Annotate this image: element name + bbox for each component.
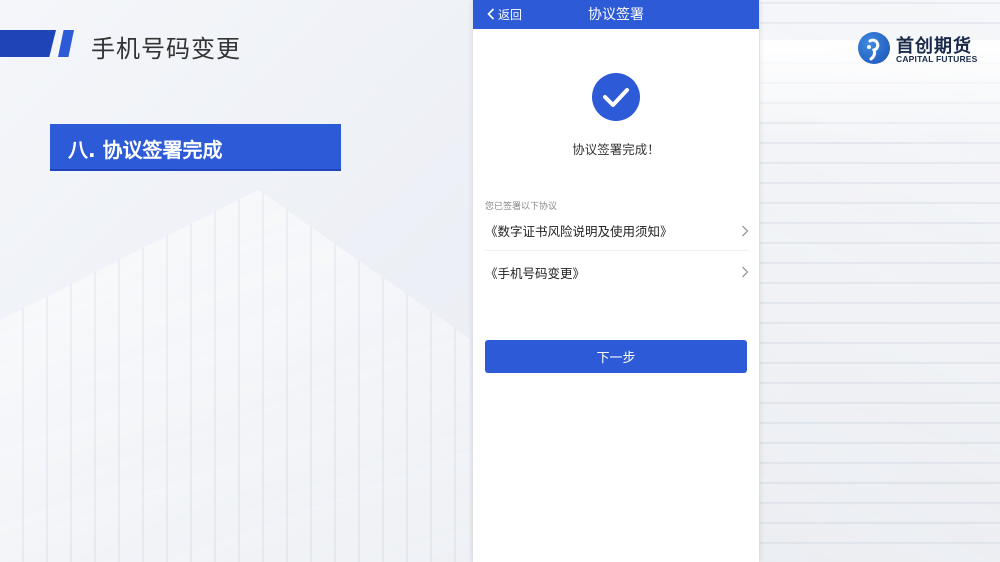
agreement-item-certificate[interactable]: 《数字证书风险说明及使用须知》 (485, 211, 749, 251)
agreement-item-phone-change[interactable]: 《手机号码变更》 (485, 252, 749, 292)
agreement-label: 《数字证书风险说明及使用须知》 (485, 224, 673, 239)
title-accent-bar (0, 30, 56, 57)
next-step-button[interactable]: 下一步 (485, 340, 747, 373)
agreement-label: 《手机号码变更》 (485, 265, 586, 281)
step-heading: 八. 协议签署完成 (68, 138, 223, 162)
logo-mark-icon (858, 32, 890, 64)
company-logo: 首创期货 CAPITAL FUTURES (856, 32, 986, 66)
background-building-left (0, 190, 470, 562)
slide-title: 手机号码变更 (91, 35, 241, 63)
chevron-right-icon (742, 225, 749, 236)
logo-name-en: CAPITAL FUTURES (896, 54, 978, 64)
phone-nav-title: 协议签署 (588, 7, 644, 23)
chevron-right-icon (742, 266, 749, 278)
success-message: 协议签署完成！ (572, 142, 660, 157)
phone-nav-bar: 返回 协议签署 (473, 0, 759, 29)
phone-content: 协议签署完成！ 您已签署以下协议 《数字证书风险说明及使用须知》 《手机号码变更… (473, 29, 759, 562)
title-accent-stripe (58, 30, 74, 57)
phone-screen: 返回 协议签署 协议签署完成！ 您已签署以下协议 《数字证书风险说明及使用须知》… (473, 0, 759, 562)
step-heading-box: 八. 协议签署完成 (50, 124, 341, 171)
success-check-icon (592, 73, 640, 121)
